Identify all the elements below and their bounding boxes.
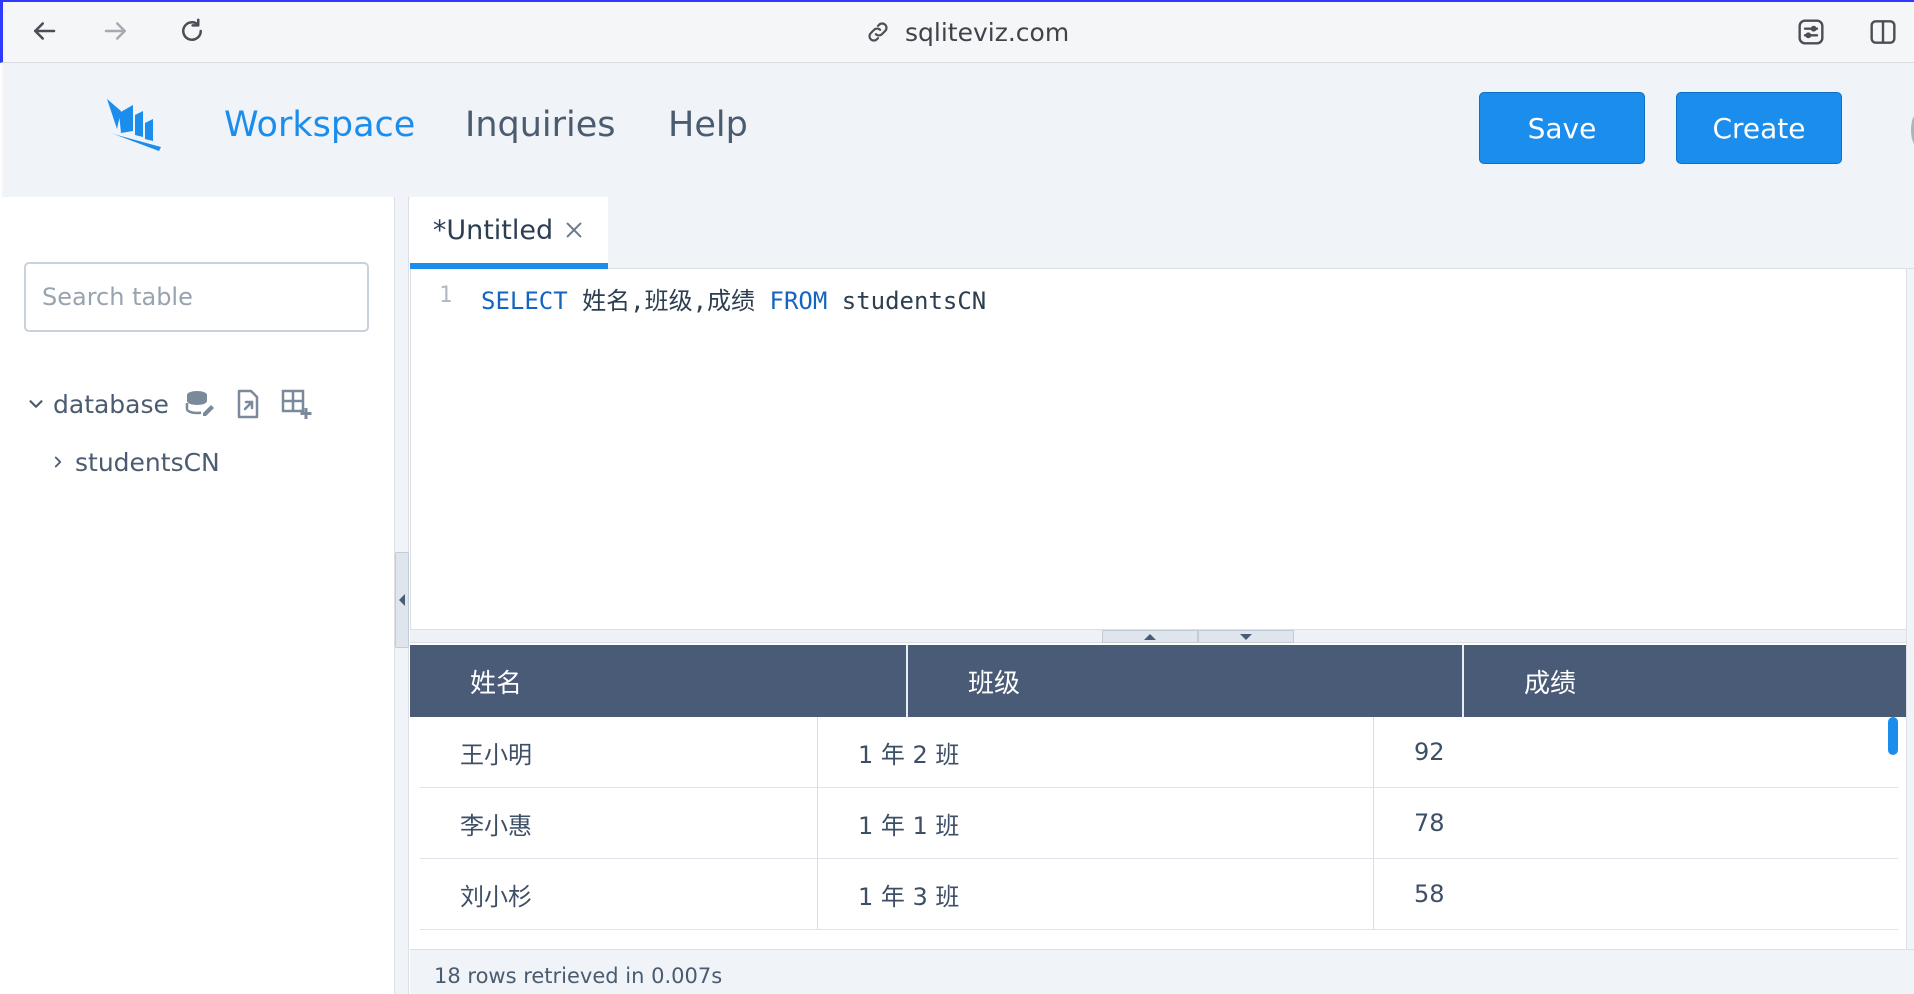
right-edge-panel <box>1906 269 1914 949</box>
table-row[interactable]: 李小惠 1 年 1 班 78 <box>420 788 1898 859</box>
import-file-icon[interactable] <box>231 387 265 421</box>
line-number: 1 <box>439 283 453 308</box>
database-label: database <box>53 389 169 419</box>
address-bar[interactable]: sqliteviz.com <box>865 15 1069 49</box>
browser-toolbar: sqliteviz.com <box>0 0 1914 63</box>
reload-icon[interactable] <box>177 16 207 46</box>
app-header: Workspace Inquiries Help Save Create <box>3 63 1914 197</box>
table-cell[interactable]: 刘小杉 <box>420 859 818 929</box>
collapse-up-button[interactable] <box>1102 630 1198 643</box>
collapse-sidebar-handle[interactable] <box>395 552 409 648</box>
table-cell[interactable]: 58 <box>1374 859 1898 929</box>
search-table-input[interactable] <box>24 262 369 332</box>
sidebar-toggle-icon[interactable] <box>1867 16 1899 48</box>
save-button[interactable]: Save <box>1479 92 1645 164</box>
tabs-bar: *Untitled <box>410 197 1914 269</box>
page-settings-icon[interactable] <box>1795 16 1827 48</box>
forward-arrow-icon[interactable] <box>101 16 131 46</box>
column-header[interactable]: 姓名 <box>410 645 908 717</box>
chevron-right-icon[interactable] <box>49 453 67 471</box>
chevron-down-icon[interactable] <box>25 393 47 415</box>
back-arrow-icon[interactable] <box>29 16 59 46</box>
column-header[interactable]: 班级 <box>908 645 1464 717</box>
table-cell[interactable]: 1 年 3 班 <box>818 859 1374 929</box>
editor-results-splitter[interactable] <box>410 629 1914 643</box>
nav-inquiries[interactable]: Inquiries <box>465 105 616 145</box>
table-cell[interactable]: 王小明 <box>420 717 818 787</box>
keyword-select: SELECT <box>481 287 568 315</box>
database-node[interactable]: database <box>25 384 313 424</box>
tab-untitled[interactable]: *Untitled <box>410 197 608 269</box>
table-row[interactable]: 刘小杉 1 年 3 班 58 <box>420 859 1898 930</box>
code-columns: 姓名,班级,成绩 <box>567 287 770 315</box>
results-status-bar: 18 rows retrieved in 0.007s <box>410 949 1914 994</box>
table-cell[interactable]: 92 <box>1374 717 1898 787</box>
nav-help[interactable]: Help <box>668 105 748 145</box>
table-cell[interactable]: 78 <box>1374 788 1898 858</box>
add-table-icon[interactable] <box>279 387 313 421</box>
database-edit-icon[interactable] <box>183 387 217 421</box>
table-header: 姓名 班级 成绩 <box>410 645 1910 717</box>
url-text: sqliteviz.com <box>905 17 1070 47</box>
code-line[interactable]: SELECT 姓名,班级,成绩 FROM studentsCN <box>481 281 986 316</box>
status-text: 18 rows retrieved in 0.007s <box>434 964 723 988</box>
collapse-down-button[interactable] <box>1198 630 1294 643</box>
table-cell[interactable]: 1 年 2 班 <box>818 717 1374 787</box>
table-cell[interactable]: 李小惠 <box>420 788 818 858</box>
sqliteviz-logo-icon[interactable] <box>103 93 169 159</box>
sql-editor[interactable]: 1 SELECT 姓名,班级,成绩 FROM studentsCN <box>410 269 1914 629</box>
caret-down-icon <box>1240 633 1252 640</box>
table-row[interactable]: 王小明 1 年 2 班 92 <box>420 717 1898 788</box>
nav-workspace[interactable]: Workspace <box>224 105 415 145</box>
table-name: studentsCN <box>75 447 220 477</box>
link-icon <box>868 22 888 42</box>
code-table: studentsCN <box>827 287 987 315</box>
results-table: 姓名 班级 成绩 王小明 1 年 2 班 92 李小惠 1 年 1 班 78 刘… <box>410 643 1914 949</box>
table-node-studentscn[interactable]: studentsCN <box>49 442 220 482</box>
create-button[interactable]: Create <box>1676 92 1842 164</box>
table-cell[interactable]: 1 年 1 班 <box>818 788 1374 858</box>
column-header[interactable]: 成绩 <box>1464 645 1910 717</box>
caret-up-icon <box>1144 633 1156 640</box>
schema-sidebar: database studentsCN <box>3 197 395 994</box>
close-icon[interactable] <box>563 219 585 241</box>
caret-left-icon <box>399 594 405 606</box>
tab-title: *Untitled <box>432 214 554 246</box>
keyword-from: FROM <box>769 287 828 315</box>
results-scrollbar[interactable] <box>1888 717 1898 755</box>
